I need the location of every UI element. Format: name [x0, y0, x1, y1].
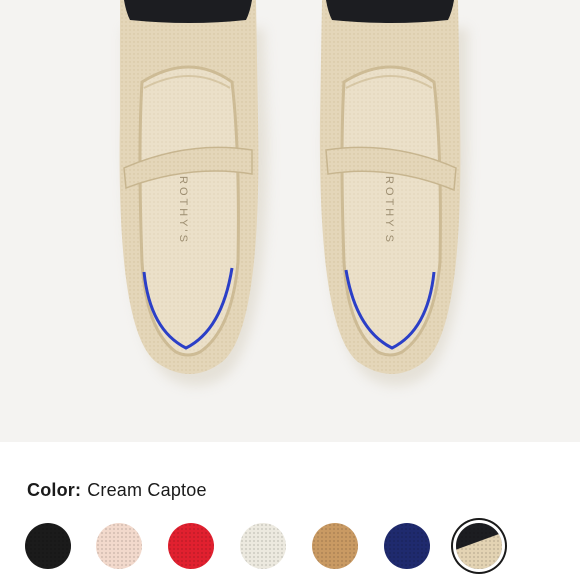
- right-shoe-toe-cap: [326, 0, 454, 23]
- left-shoe-brand-mark: ROTHY'S: [177, 176, 189, 245]
- swatch-black[interactable]: [25, 523, 71, 569]
- swatch-camel[interactable]: [312, 523, 358, 569]
- color-selection-summary: Color: Cream Captoe: [27, 480, 207, 501]
- left-shoe-toe-cap: [124, 0, 252, 23]
- swatch-navy[interactable]: [384, 523, 430, 569]
- product-image: ROTHY'S ROTHY'S: [0, 0, 580, 442]
- swatch-red[interactable]: [168, 523, 214, 569]
- right-shoe-brand-mark: ROTHY'S: [383, 176, 395, 245]
- right-shoe: ROTHY'S: [319, 0, 468, 386]
- swatch-cream-captoe[interactable]: [456, 523, 502, 569]
- shoe-illustration: ROTHY'S ROTHY'S: [119, 0, 468, 386]
- color-label: Color:: [27, 480, 82, 500]
- swatch-ivory[interactable]: [240, 523, 286, 569]
- swatch-blush[interactable]: [96, 523, 142, 569]
- left-shoe: ROTHY'S: [119, 0, 268, 386]
- color-swatch-list: [0, 516, 580, 580]
- selected-color-name: Cream Captoe: [87, 480, 207, 500]
